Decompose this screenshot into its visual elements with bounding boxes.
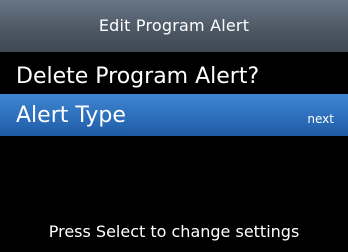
next-hint: next	[307, 112, 334, 126]
menu-item-alert-type[interactable]: Alert Type next	[0, 94, 348, 136]
menu-item-delete-program-alert[interactable]: Delete Program Alert?	[0, 55, 348, 97]
title-bar: Edit Program Alert	[0, 0, 348, 52]
screen-title: Edit Program Alert	[98, 15, 250, 35]
menu-item-label: Alert Type	[16, 102, 126, 128]
menu-item-label: Delete Program Alert?	[16, 63, 260, 89]
footer-instruction: Press Select to change settings	[48, 222, 300, 241]
